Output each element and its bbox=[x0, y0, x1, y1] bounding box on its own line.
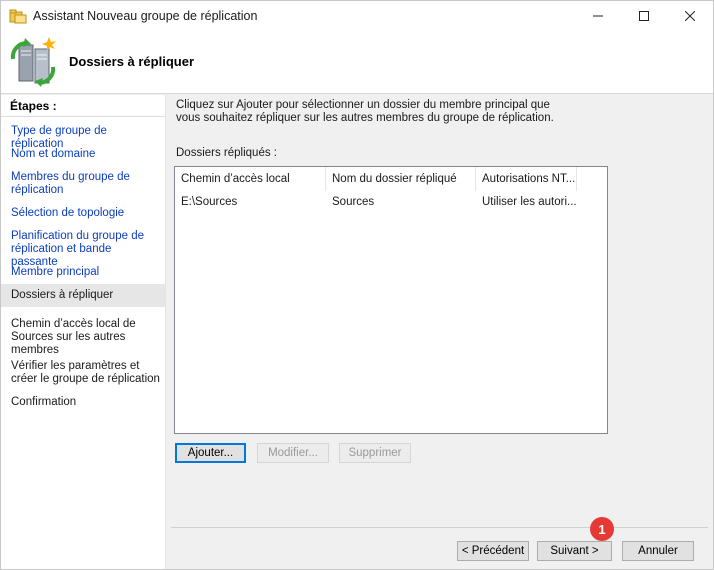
divider bbox=[1, 116, 165, 117]
window-title: Assistant Nouveau groupe de réplication bbox=[33, 9, 258, 23]
title-bar: Assistant Nouveau groupe de réplication bbox=[1, 1, 713, 31]
column-local-path[interactable]: Chemin d’accès local bbox=[175, 167, 326, 191]
cell-nt-permissions: Utiliser les autori... bbox=[482, 196, 577, 208]
table-row[interactable]: E:\Sources Sources Utiliser les autori..… bbox=[175, 191, 577, 213]
wizard-window: Assistant Nouveau groupe de réplication … bbox=[0, 0, 714, 570]
step-confirmation: Confirmation bbox=[11, 396, 77, 408]
step-schedule[interactable]: Planification du groupe de réplication e… bbox=[1, 230, 165, 269]
step-verify: Vérifier les paramètres et créer le grou… bbox=[11, 360, 160, 385]
footer-divider bbox=[171, 527, 708, 528]
minimize-icon bbox=[593, 15, 603, 17]
delete-button[interactable]: Supprimer bbox=[339, 443, 411, 463]
cell-folder-name: Sources bbox=[332, 196, 375, 208]
replication-app-icon bbox=[9, 9, 27, 24]
maximize-icon bbox=[639, 11, 649, 21]
close-button[interactable] bbox=[667, 1, 713, 31]
step-folders-current: Dossiers à répliquer bbox=[1, 284, 165, 307]
minimize-button[interactable] bbox=[575, 1, 621, 31]
steps-pane: Étapes : Type de groupe de réplication N… bbox=[1, 95, 166, 569]
step-topology[interactable]: Sélection de topologie bbox=[1, 207, 165, 220]
previous-button[interactable]: < Précédent bbox=[457, 541, 529, 561]
main-content: Cliquez sur Ajouter pour sélectionner un… bbox=[166, 95, 713, 569]
wizard-header: Dossiers à répliquer bbox=[1, 31, 713, 94]
replication-servers-icon bbox=[10, 37, 56, 87]
next-button[interactable]: Suivant > bbox=[537, 541, 612, 561]
instructions-text: Cliquez sur Ajouter pour sélectionner un… bbox=[176, 99, 554, 124]
maximize-button[interactable] bbox=[621, 1, 667, 31]
steps-heading: Étapes : bbox=[10, 99, 57, 113]
list-header: Chemin d’accès local Nom du dossier répl… bbox=[175, 167, 577, 191]
column-nt-permissions[interactable]: Autorisations NT... bbox=[476, 167, 577, 191]
step-number-badge: 1 bbox=[590, 517, 614, 541]
replicated-folders-label: Dossiers répliqués : bbox=[176, 147, 277, 159]
modify-button[interactable]: Modifier... bbox=[257, 443, 329, 463]
page-title: Dossiers à répliquer bbox=[69, 54, 194, 69]
cell-local-path: E:\Sources bbox=[181, 196, 238, 208]
step-primary-member[interactable]: Membre principal bbox=[1, 266, 165, 279]
step-name-domain[interactable]: Nom et domaine bbox=[1, 148, 165, 161]
replicated-folders-list[interactable]: Chemin d’accès local Nom du dossier répl… bbox=[174, 166, 608, 434]
step-local-path: Chemin d’accès local de Sources sur les … bbox=[11, 318, 136, 356]
step-members[interactable]: Membres du groupe de réplication bbox=[1, 171, 165, 197]
cancel-button[interactable]: Annuler bbox=[622, 541, 694, 561]
close-icon bbox=[685, 11, 695, 21]
column-folder-name[interactable]: Nom du dossier répliqué bbox=[326, 167, 476, 191]
add-button[interactable]: Ajouter... bbox=[175, 443, 246, 463]
